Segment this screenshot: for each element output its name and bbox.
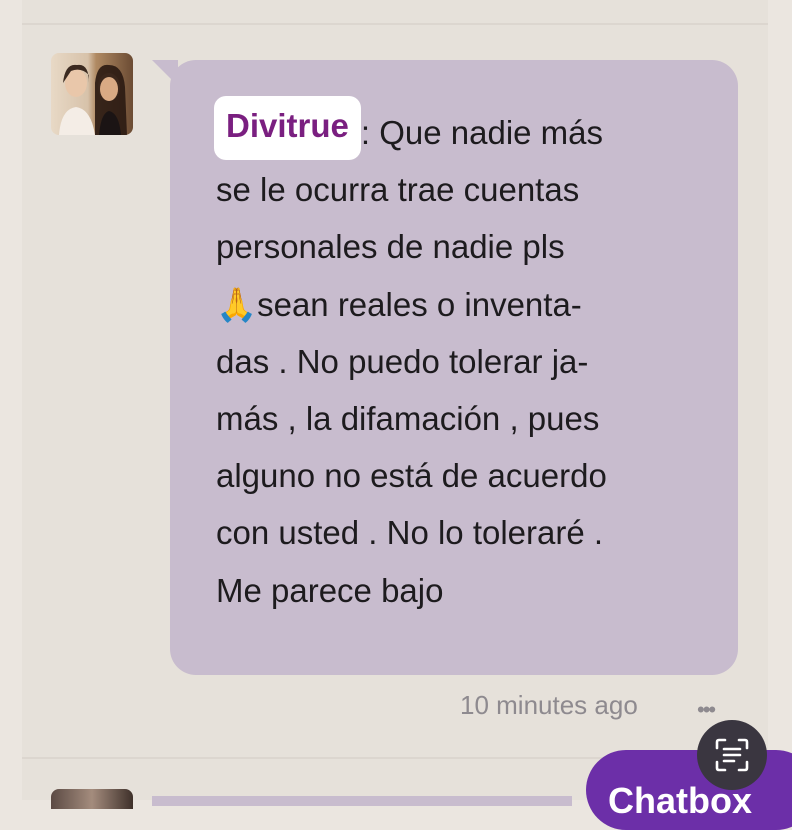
panel-edge — [768, 0, 792, 800]
message-line-6: más , la difamación , pues — [216, 400, 600, 438]
text-scan-icon — [715, 738, 749, 772]
message-line-1: Divitrue: Que nadie más — [214, 96, 716, 161]
author-name[interactable]: Divitrue — [226, 107, 349, 144]
message-line-3: personales de nadie pls — [216, 228, 565, 266]
message-line-8: con usted . No lo toleraré . — [216, 514, 604, 552]
author-separator: : — [360, 114, 371, 151]
next-message-avatar[interactable] — [51, 789, 133, 809]
message-line-4: 🙏sean reales o inventa- — [216, 276, 716, 333]
message-text: Divitrue: Que nadie más se le ocurra tra… — [214, 96, 716, 619]
avatar-photo — [59, 64, 127, 135]
message-line-9: Me parece bajo — [216, 571, 444, 609]
avatar[interactable] — [51, 53, 133, 135]
message-timestamp: 10 minutes ago — [460, 690, 638, 720]
text-scan-button[interactable] — [697, 720, 767, 790]
message-line-5: das . No puedo tolerar ja- — [216, 342, 589, 380]
top-divider — [22, 23, 768, 25]
next-message-bubble[interactable] — [152, 796, 572, 806]
message-line-1-text: Que nadie más — [379, 114, 604, 151]
more-dots-icon[interactable]: ••• — [697, 697, 716, 723]
message-line-2: se le ocurra trae cuentas — [216, 171, 580, 209]
author-pill[interactable]: Divitrue — [214, 96, 361, 160]
message-line-7: alguno no está de acuerdo — [216, 457, 607, 495]
message-line-4-text: sean reales o inventa- — [257, 285, 582, 323]
pray-emoji-icon: 🙏 — [216, 285, 258, 323]
